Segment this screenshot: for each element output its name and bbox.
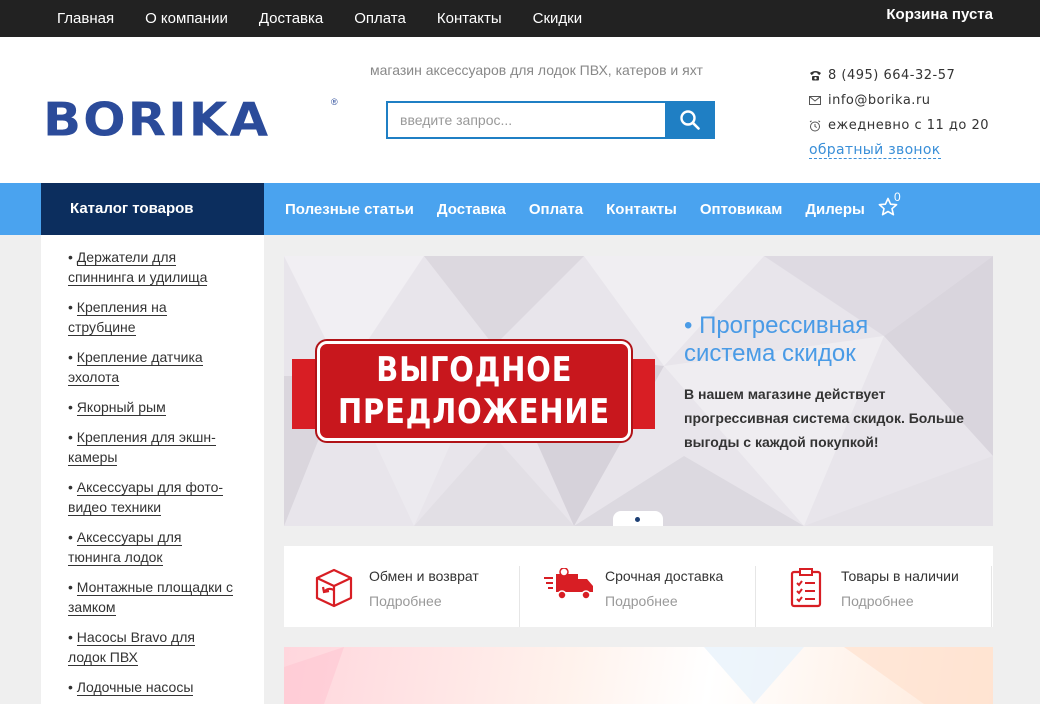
catalog-item-link[interactable]: Лодочные насосы — [76, 679, 194, 696]
catalog-item[interactable]: • Якорный рым — [68, 397, 243, 417]
search-button[interactable] — [665, 101, 715, 139]
checklist-icon — [790, 568, 822, 608]
banner-title: • Прогрессивная система скидок — [684, 312, 869, 367]
feature-more-link[interactable]: Подробнее — [605, 593, 678, 609]
site-header: BORIKA ® магазин аксессуаров для лодок П… — [0, 37, 1040, 183]
catalog-item-link[interactable]: Крепления для экшн-камеры — [68, 429, 216, 466]
top-nav-discounts[interactable]: Скидки — [533, 10, 582, 27]
feature-title: Обмен и возврат — [369, 568, 479, 584]
mail-icon — [809, 96, 828, 105]
promo-slider[interactable]: ВЫГОДНОЕ ПРЕДЛОЖЕНИЕ • Прогрессивная сис… — [284, 256, 993, 526]
catalog-item[interactable]: • Крепление датчика эхолота — [68, 347, 243, 387]
catalog-item[interactable]: • Насосы Bravo для лодок ПВХ — [68, 627, 243, 667]
feature-divider — [991, 566, 992, 627]
search-input[interactable] — [386, 101, 665, 139]
catalog-item[interactable]: • Монтажные площадки с замком — [68, 577, 243, 617]
top-nav-payment[interactable]: Оплата — [354, 10, 406, 27]
contact-email: info@borika.ru — [809, 88, 989, 113]
phone-number[interactable]: 8 (495) 664-32-57 — [828, 68, 955, 83]
top-navigation: Главная О компании Доставка Оплата Конта… — [57, 0, 613, 37]
catalog-item-link[interactable]: Держатели для спиннинга и удилища — [68, 249, 208, 286]
nav-wholesale[interactable]: Оптовикам — [700, 201, 782, 218]
nav-useful-articles[interactable]: Полезные статьи — [285, 201, 414, 218]
nav-contacts[interactable]: Контакты — [606, 201, 677, 218]
catalog-item-link[interactable]: Аксессуары для фото-видео техники — [68, 479, 224, 516]
logo-registered-mark: ® — [331, 97, 338, 107]
catalog-item[interactable]: • Аксессуары для тюнинга лодок — [68, 527, 243, 567]
catalog-button[interactable]: Каталог товаров — [41, 183, 264, 235]
top-nav-delivery[interactable]: Доставка — [259, 10, 323, 27]
catalog-item-link[interactable]: Крепление датчика эхолота — [68, 349, 203, 386]
email-address[interactable]: info@borika.ru — [828, 93, 931, 108]
search-icon — [680, 110, 700, 130]
catalog-item[interactable]: • Крепления на струбцине — [68, 297, 243, 337]
search-form — [386, 101, 715, 139]
feature-in-stock[interactable]: Товары в наличии Подробнее — [756, 546, 992, 627]
alarm-clock-icon — [809, 119, 828, 132]
top-nav-about[interactable]: О компании — [145, 10, 228, 27]
top-bar: Главная О компании Доставка Оплата Конта… — [0, 0, 1040, 37]
main-navigation: Каталог товаров Полезные статьи Доставка… — [0, 183, 1040, 235]
cart-status[interactable]: Корзина пуста — [886, 0, 993, 37]
working-hours: ежедневно с 11 до 20 — [828, 118, 990, 133]
callback-link[interactable]: обратный звонок — [809, 142, 941, 159]
catalog-item-link[interactable]: Якорный рым — [76, 399, 166, 416]
feature-title: Товары в наличии — [841, 568, 959, 584]
contact-hours: ежедневно с 11 до 20 — [809, 113, 989, 138]
banner-text: В нашем магазине действует прогрессивная… — [684, 386, 964, 450]
return-box-icon — [315, 568, 353, 608]
contact-callback: обратный звонок — [809, 138, 989, 163]
secondary-banner[interactable] — [284, 647, 993, 704]
promo-line-1: ВЫГОДНОЕ — [375, 350, 572, 390]
top-nav-contacts[interactable]: Контакты — [437, 10, 502, 27]
phone-icon — [809, 70, 828, 81]
feature-more-link[interactable]: Подробнее — [841, 593, 914, 609]
top-nav-home[interactable]: Главная — [57, 10, 114, 27]
feature-return[interactable]: Обмен и возврат Подробнее — [284, 546, 520, 627]
catalog-item-link[interactable]: Крепления на струбцине — [68, 299, 167, 336]
site-tagline: магазин аксессуаров для лодок ПВХ, катер… — [370, 62, 703, 78]
slider-dots — [613, 511, 663, 526]
promo-badge: ВЫГОДНОЕ ПРЕДЛОЖЕНИЕ — [317, 341, 631, 441]
nav-payment[interactable]: Оплата — [529, 201, 583, 218]
catalog-item[interactable]: • Крепления для экшн-камеры — [68, 427, 243, 467]
features-strip: Обмен и возврат Подробнее Срочная достав… — [284, 546, 993, 627]
nav-delivery[interactable]: Доставка — [437, 201, 506, 218]
catalog-item-link[interactable]: Аксессуары для тюнинга лодок — [68, 529, 182, 566]
catalog-sidebar: • Держатели для спиннинга и удилища • Кре… — [41, 235, 264, 704]
feature-more-link[interactable]: Подробнее — [369, 593, 442, 609]
logo-text: BORIKA — [43, 93, 271, 147]
nav-dealers[interactable]: Дилеры — [805, 201, 865, 218]
catalog-item[interactable]: • Лодочные насосы — [68, 677, 243, 697]
catalog-item-link[interactable]: Насосы Bravo для лодок ПВХ — [68, 629, 195, 666]
main-nav-links: Полезные статьи Доставка Оплата Контакты… — [285, 183, 888, 235]
contact-block: 8 (495) 664-32-57 info@borika.ru ежеднев… — [809, 63, 989, 163]
feature-delivery[interactable]: Срочная доставка Подробнее — [520, 546, 756, 627]
delivery-truck-icon — [544, 568, 593, 600]
promo-line-2: ПРЕДЛОЖЕНИЕ — [338, 392, 611, 432]
favorites-count: 0 — [894, 190, 901, 204]
catalog-item[interactable]: • Аксессуары для фото-видео техники — [68, 477, 243, 517]
slider-dot-active[interactable] — [635, 517, 640, 522]
site-logo[interactable]: BORIKA ® — [43, 93, 338, 147]
feature-title: Срочная доставка — [605, 568, 724, 584]
secondary-banner-background — [284, 647, 993, 704]
contact-phone: 8 (495) 664-32-57 — [809, 63, 989, 88]
catalog-item[interactable]: • Держатели для спиннинга и удилища — [68, 247, 243, 287]
catalog-item-link[interactable]: Монтажные площадки с замком — [68, 579, 234, 616]
